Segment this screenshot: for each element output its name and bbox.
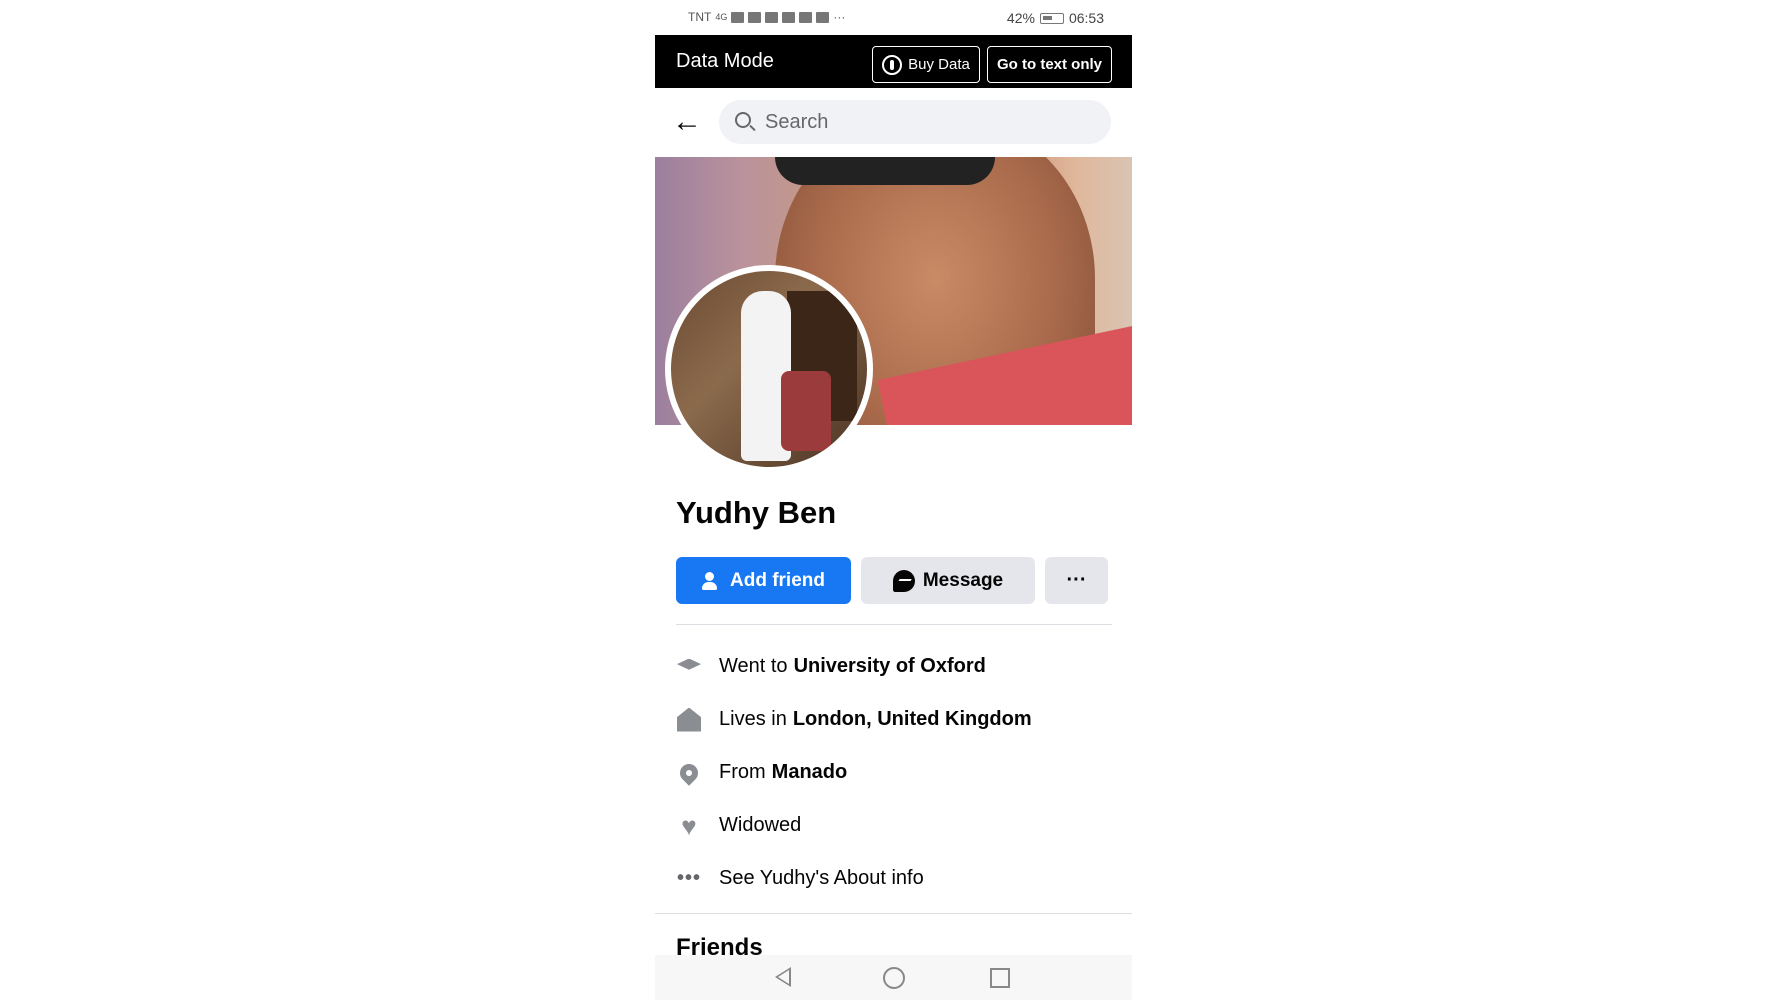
profile-picture-image (671, 271, 867, 467)
go-to-text-only-button[interactable]: Go to text only (987, 46, 1112, 83)
nav-recents-icon[interactable] (990, 968, 1010, 988)
phone-screen: TNT 4G ··· 42% 06:53 Data Mode Buy Data … (655, 0, 1132, 1000)
notification-icon (765, 11, 779, 23)
lives-value[interactable]: London, United Kingdom (793, 708, 1032, 731)
education-value[interactable]: University of Oxford (794, 655, 986, 678)
from-value[interactable]: Manado (772, 761, 848, 784)
add-person-icon (702, 571, 722, 590)
text-only-label: Go to text only (997, 56, 1102, 73)
home-icon (676, 707, 702, 733)
dots-icon: ••• (676, 867, 701, 889)
profile-picture[interactable] (665, 265, 873, 473)
buy-data-button[interactable]: Buy Data (872, 46, 980, 83)
profile-actions: Add friend Message ··· (676, 557, 1112, 604)
signal-icon (731, 11, 745, 23)
heart-icon: ♥ (681, 810, 697, 841)
graduation-cap-icon (676, 654, 702, 680)
about-link-label[interactable]: See Yudhy's About info (719, 867, 924, 890)
cover-sunglasses (775, 157, 995, 185)
more-options-button[interactable]: ··· (1045, 557, 1108, 604)
add-friend-label: Add friend (730, 569, 825, 591)
data-mode-title: Data Mode (676, 50, 774, 72)
android-nav-bar (655, 955, 1132, 1000)
message-button[interactable]: Message (861, 557, 1035, 604)
battery-icon (1039, 12, 1064, 24)
add-friend-button[interactable]: Add friend (676, 557, 851, 604)
search-box[interactable] (719, 100, 1111, 144)
detail-from: From Manado (676, 746, 1112, 799)
app-icon (799, 11, 813, 23)
messenger-icon (892, 569, 915, 592)
nav-back-icon[interactable] (775, 967, 791, 987)
clock: 06:53 (1068, 10, 1104, 26)
data-mode-bar: Data Mode Buy Data Go to text only (655, 35, 1132, 88)
nav-home-icon[interactable] (883, 967, 905, 989)
gallery-icon (748, 11, 762, 23)
search-input[interactable] (765, 100, 1095, 144)
status-bar: TNT 4G ··· 42% 06:53 (655, 0, 1132, 35)
status-more: ··· (833, 10, 846, 24)
antenna-icon (882, 54, 903, 75)
see-about-info-link[interactable]: ••• See Yudhy's About info (676, 852, 1112, 905)
detail-relationship: ♥ Widowed (676, 799, 1112, 852)
arrow-left-icon[interactable]: ← (672, 107, 704, 137)
profile-details: Went to University of Oxford Lives in Lo… (676, 640, 1112, 905)
detail-education: Went to University of Oxford (676, 640, 1112, 693)
lives-prefix: Lives in (719, 708, 787, 730)
carrier-label: TNT (688, 10, 712, 24)
friends-section-title: Friends (676, 934, 763, 956)
location-pin-icon (676, 759, 702, 786)
education-prefix: Went to (719, 655, 788, 677)
buy-data-label: Buy Data (908, 56, 970, 73)
search-row: ← (655, 88, 1132, 157)
chat-icon (782, 11, 796, 23)
network-label: 4G (715, 12, 728, 22)
detail-lives: Lives in London, United Kingdom (676, 693, 1112, 746)
message-label: Message (922, 569, 1004, 591)
relationship-value: Widowed (719, 814, 802, 836)
section-divider (655, 913, 1132, 914)
status-left: TNT 4G ··· (688, 10, 845, 24)
profile-name: Yudhy Ben (676, 495, 837, 530)
search-icon (735, 112, 751, 128)
status-right: 42% 06:53 (1007, 10, 1104, 26)
more-dots-label: ··· (1066, 569, 1087, 591)
from-prefix: From (719, 761, 766, 783)
battery-percent: 42% (1006, 10, 1035, 26)
divider (676, 624, 1112, 625)
avatar-chair (781, 371, 831, 451)
book-icon (816, 11, 830, 23)
